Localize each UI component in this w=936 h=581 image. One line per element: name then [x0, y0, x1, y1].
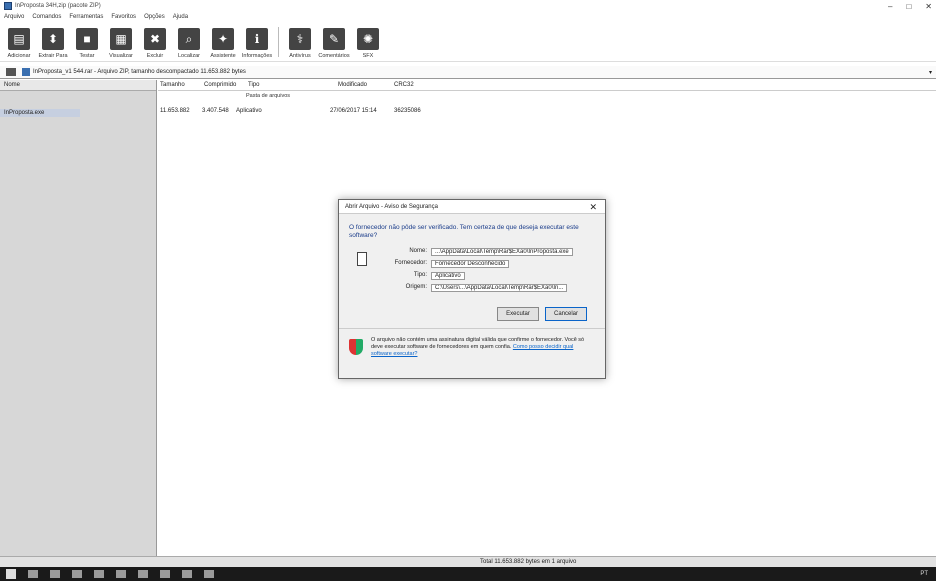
- taskbar: PT: [0, 567, 936, 581]
- security-warning-dialog: Abrir Arquivo - Aviso de Segurança ✕ O f…: [338, 199, 606, 379]
- mail-icon[interactable]: [138, 570, 148, 578]
- column-packed[interactable]: Comprimido: [204, 82, 248, 88]
- column-size[interactable]: Tamanho: [158, 82, 204, 88]
- up-folder-icon[interactable]: [6, 68, 16, 76]
- folder-type-label: Pasta de arquivos: [246, 93, 291, 99]
- status-bar: Total 11.653.882 bytes em 1 arquivo: [0, 556, 936, 567]
- word-icon[interactable]: [160, 570, 170, 578]
- name-column-header[interactable]: Nome: [0, 80, 156, 91]
- sfx-button[interactable]: ✺ SFX: [351, 23, 385, 61]
- file-details: Nome: ...\AppData\Local\Temp\Rar$EXa0\In…: [347, 246, 605, 308]
- toolbar: ▤ Adicionar ⬍ Extrair Para ■ Testar ▦ Visual…: [0, 22, 936, 62]
- dialog-question: O fornecedor não pôde ser verificado. Te…: [349, 224, 579, 239]
- menu-arquivo[interactable]: Arquivo: [4, 14, 24, 20]
- title-bar: InProposta 34H,zip (pacote ZIP) – □ ✕: [0, 0, 936, 12]
- view-button[interactable]: ▦ Visualizar: [104, 23, 138, 61]
- windows-start-icon[interactable]: [6, 569, 16, 579]
- label-name: Nome:: [409, 248, 427, 254]
- browser-icon[interactable]: [72, 570, 82, 578]
- maximize-button[interactable]: □: [906, 2, 911, 11]
- value-name: ...\AppData\Local\Temp\Rar$EXa0\InPropos…: [431, 248, 573, 256]
- label-publisher: Fornecedor:: [394, 260, 427, 266]
- value-publisher: Fornecedor Desconhecido: [431, 260, 510, 268]
- value-type: Aplicativo: [431, 272, 465, 280]
- toolbar-separator: [278, 27, 279, 57]
- search-icon[interactable]: [28, 570, 38, 578]
- info-button[interactable]: ℹ Informações: [240, 23, 274, 61]
- field-publisher: Fornecedor: Fornecedor Desconhecido: [387, 260, 510, 268]
- file-item-name[interactable]: InProposta.exe: [0, 109, 80, 117]
- menu-favoritos[interactable]: Favoritos: [111, 14, 136, 20]
- menu-comandos[interactable]: Comandos: [32, 14, 61, 20]
- menu-bar: Arquivo Comandos Ferramentas Favoritos O…: [0, 12, 936, 22]
- winrar-taskbar-icon[interactable]: [204, 570, 214, 578]
- delete-button[interactable]: ✖ Excluir: [138, 23, 172, 61]
- add-button[interactable]: ▤ Adicionar: [2, 23, 36, 61]
- delete-icon: ✖: [144, 28, 166, 50]
- view-icon: ▦: [110, 28, 132, 50]
- wizard-button[interactable]: ✦ Assistente: [206, 23, 240, 61]
- close-icon[interactable]: ✕: [589, 202, 597, 213]
- minimize-button[interactable]: –: [888, 2, 892, 11]
- dialog-buttons: Executar Cancelar: [497, 307, 587, 321]
- shield-icon: [349, 339, 363, 355]
- table-row[interactable]: 11.653.882 3.407.548 Aplicativo 27/06/20…: [158, 108, 434, 114]
- comment-icon: ✎: [323, 28, 345, 50]
- address-bar: InProposta_v1 544.rar - Arquivo ZIP, tam…: [0, 66, 936, 79]
- close-window-button[interactable]: ✕: [925, 2, 932, 11]
- status-total: Total 11.653.882 bytes em 1 arquivo: [480, 559, 577, 565]
- info-icon: ℹ: [246, 28, 268, 50]
- find-icon: ⌕: [178, 28, 200, 50]
- sfx-icon: ✺: [357, 28, 379, 50]
- task-view-icon[interactable]: [50, 570, 60, 578]
- comment-button[interactable]: ✎ Comentários: [317, 23, 351, 61]
- field-from: Origem: C:\Users\...\AppData\Local\Temp\…: [387, 284, 568, 292]
- system-tray[interactable]: PT: [920, 571, 928, 577]
- dialog-footer: O arquivo não contém uma assinatura digi…: [339, 328, 605, 378]
- menu-ajuda[interactable]: Ajuda: [173, 14, 188, 20]
- column-headers: Tamanho Comprimido Tipo Modificado CRC32: [158, 80, 936, 91]
- label-type: Tipo:: [413, 272, 427, 278]
- field-name: Nome: ...\AppData\Local\Temp\Rar$EXa0\In…: [387, 248, 573, 256]
- cancel-button[interactable]: Cancelar: [545, 307, 587, 321]
- window-title: InProposta 34H,zip (pacote ZIP): [15, 3, 101, 9]
- store-icon[interactable]: [116, 570, 126, 578]
- cell-size: 11.653.882: [160, 108, 190, 114]
- winrar-app-icon: [4, 2, 12, 10]
- column-type[interactable]: Tipo: [248, 82, 338, 88]
- extract-button[interactable]: ⬍ Extrair Para: [36, 23, 70, 61]
- folder-tree[interactable]: Nome InProposta.exe: [0, 80, 157, 556]
- add-icon: ▤: [8, 28, 30, 50]
- cell-type: Aplicativo: [236, 108, 262, 114]
- menu-ferramentas[interactable]: Ferramentas: [69, 14, 103, 20]
- archive-path[interactable]: InProposta_v1 544.rar - Arquivo ZIP, tam…: [33, 69, 246, 75]
- label-from: Origem:: [405, 284, 427, 290]
- menu-opcoes[interactable]: Opções: [144, 14, 165, 20]
- virus-scan-icon: ⚕: [289, 28, 311, 50]
- cell-crc: 36235086: [394, 108, 421, 114]
- column-modified[interactable]: Modificado: [338, 82, 394, 88]
- archive-icon: [22, 68, 30, 76]
- extract-icon: ⬍: [42, 28, 64, 50]
- chevron-down-icon[interactable]: ▾: [929, 69, 932, 76]
- find-button[interactable]: ⌕ Localizar: [172, 23, 206, 61]
- window-controls: – □ ✕: [888, 0, 932, 12]
- cell-modified: 27/06/2017 15:14: [330, 108, 377, 114]
- test-icon: ■: [76, 28, 98, 50]
- column-crc[interactable]: CRC32: [394, 82, 434, 88]
- wizard-icon: ✦: [212, 28, 234, 50]
- virus-scan-button[interactable]: ⚕ Antivírus: [283, 23, 317, 61]
- warning-text: O arquivo não contém uma assinatura digi…: [371, 337, 591, 358]
- dialog-title: Abrir Arquivo - Aviso de Segurança: [339, 200, 605, 214]
- field-type: Tipo: Aplicativo: [387, 272, 465, 280]
- cell-packed: 3.407.548: [202, 108, 229, 114]
- folder-icon[interactable]: [94, 570, 104, 578]
- run-button[interactable]: Executar: [497, 307, 539, 321]
- test-button[interactable]: ■ Testar: [70, 23, 104, 61]
- value-from: C:\Users\...\AppData\Local\Temp\Rar$EXa0…: [431, 284, 568, 292]
- excel-icon[interactable]: [182, 570, 192, 578]
- program-file-icon: [357, 252, 367, 266]
